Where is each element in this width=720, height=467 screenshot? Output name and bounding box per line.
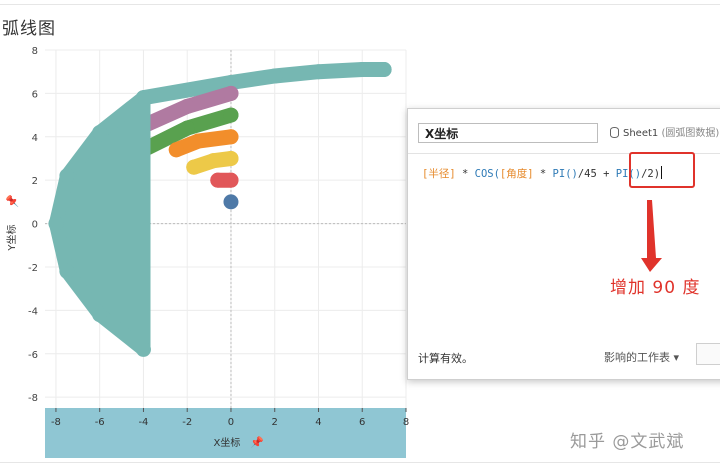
x-axis-pin-icon[interactable]: 📌 [250, 435, 264, 449]
data-point[interactable] [179, 120, 195, 136]
data-point[interactable] [168, 142, 184, 158]
data-point[interactable] [135, 341, 151, 357]
data-point[interactable] [223, 194, 239, 210]
x-tick-label: -2 [182, 417, 192, 428]
x-axis-band [45, 408, 406, 458]
formula-op-mul1: * [455, 168, 475, 180]
data-point[interactable] [210, 172, 226, 188]
x-tick-label: -8 [51, 417, 61, 428]
database-icon [610, 127, 619, 138]
calc-name-field[interactable]: X坐标 [418, 123, 598, 143]
calc-source-label: Sheet1 [623, 128, 659, 139]
y-tick-label: -4 [28, 306, 38, 317]
formula-fn-pi1: PI() [552, 168, 578, 180]
y-tick-label: 4 [32, 133, 38, 144]
y-tick-label: 6 [32, 89, 38, 100]
watermark: 知乎 @文武斌 [570, 432, 685, 452]
apply-button[interactable] [696, 343, 720, 365]
data-point[interactable] [223, 172, 239, 188]
calc-source: Sheet1 (圆弧图数据) [610, 124, 719, 139]
data-point[interactable] [310, 64, 326, 80]
x-tick-label: 6 [359, 417, 365, 428]
affected-sheets-dropdown[interactable]: 影响的工作表 ▾ [604, 349, 679, 365]
data-point[interactable] [48, 216, 64, 232]
calc-status: 计算有效。 [418, 352, 473, 365]
x-tick-label: 2 [272, 417, 278, 428]
formula-fn-cos: COS( [474, 168, 500, 180]
data-point[interactable] [376, 62, 392, 78]
data-point[interactable] [354, 62, 370, 78]
x-axis-label: X坐标 [214, 437, 241, 449]
y-tick-label: 2 [32, 176, 38, 187]
bottom-rule [0, 462, 720, 463]
data-point[interactable] [223, 85, 239, 101]
data-point[interactable] [92, 124, 108, 140]
data-point[interactable] [223, 107, 239, 123]
y-tick-label: -2 [28, 263, 38, 274]
data-point[interactable] [179, 98, 195, 114]
data-point[interactable] [59, 168, 75, 184]
data-point[interactable] [267, 68, 283, 84]
y-tick-label: -6 [28, 350, 38, 361]
y-tick-label: 8 [32, 46, 38, 57]
x-tick-label: -6 [95, 417, 105, 428]
x-tick-label: -4 [138, 417, 148, 428]
y-axis-pin-icon[interactable]: 📌 [5, 194, 19, 208]
data-point[interactable] [59, 263, 75, 279]
formula-op-mul2: * [533, 168, 553, 180]
formula-op-div: /45 + [577, 168, 616, 180]
x-tick-label: 4 [315, 417, 321, 428]
y-tick-label: -8 [28, 393, 38, 404]
x-tick-label: 0 [228, 417, 234, 428]
data-point[interactable] [135, 90, 151, 106]
formula-field-radius: [半径] [422, 168, 456, 180]
data-point[interactable] [92, 307, 108, 323]
highlight-box [629, 152, 695, 188]
calculation-dialog[interactable]: X坐标 Sheet1 (圆弧图数据) [半径] * COS([角度] * PI(… [407, 108, 720, 380]
annotation-text: 增加 90 度 [610, 278, 701, 298]
calc-source-paren: (圆弧图数据) [661, 128, 720, 139]
formula-editor[interactable]: [半径] * COS([角度] * PI()/45 + PI()/2) [422, 166, 663, 181]
data-point[interactable] [205, 153, 221, 169]
data-point[interactable] [186, 159, 202, 175]
formula-field-angle: [角度] [499, 168, 534, 180]
y-axis-label: Y坐标 [6, 225, 18, 252]
x-tick-label: 8 [403, 417, 409, 428]
data-point[interactable] [223, 129, 239, 145]
data-point[interactable] [223, 150, 239, 166]
data-point[interactable] [190, 133, 206, 149]
y-tick-label: 0 [32, 220, 38, 231]
